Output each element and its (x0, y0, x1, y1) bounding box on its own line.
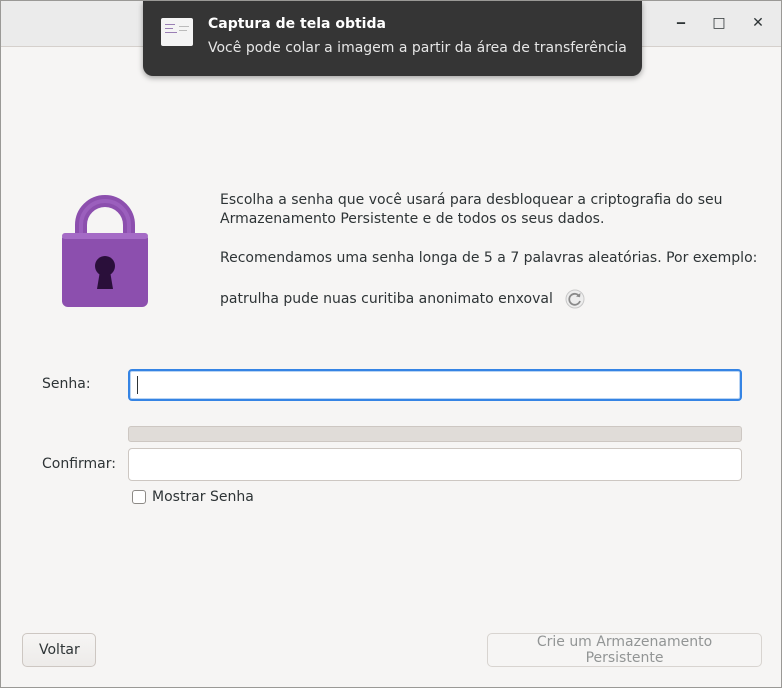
example-passphrase: patrulha pude nuas curitiba anonimato en… (220, 291, 553, 307)
create-persistent-storage-button[interactable]: Crie um Armazenamento Persistente (487, 633, 762, 667)
back-button[interactable]: Voltar (22, 633, 96, 667)
password-strength-bar (128, 426, 742, 442)
password-label: Senha: (42, 376, 91, 392)
maximize-button[interactable]: □ (706, 10, 732, 36)
persistent-storage-window: ‒ □ ✕ Escolha a senha que você usará par… (0, 0, 782, 688)
text-cursor (137, 376, 138, 394)
show-password-toggle[interactable]: Mostrar Senha (132, 489, 254, 505)
example-passphrase-row: patrulha pude nuas curitiba anonimato en… (220, 288, 585, 310)
show-password-checkbox[interactable] (132, 490, 146, 504)
notification-body: Você pode colar a imagem a partir da áre… (208, 40, 627, 56)
show-password-label: Mostrar Senha (152, 489, 254, 505)
confirm-password-input[interactable] (128, 448, 742, 481)
screenshot-thumbnail-icon (161, 18, 193, 46)
notification-title: Captura de tela obtida (208, 16, 386, 32)
password-input[interactable] (128, 369, 742, 401)
confirm-label: Confirmar: (42, 456, 116, 472)
close-button[interactable]: ✕ (745, 10, 771, 36)
minimize-button[interactable]: ‒ (668, 10, 694, 36)
screenshot-notification[interactable]: Captura de tela obtida Você pode colar a… (143, 1, 642, 76)
intro-text: Escolha a senha que você usará para desb… (220, 191, 760, 268)
padlock-icon (62, 195, 148, 307)
intro-paragraph-2: Recomendamos uma senha longa de 5 a 7 pa… (220, 250, 758, 266)
intro-paragraph-1: Escolha a senha que você usará para desb… (220, 192, 723, 227)
refresh-icon[interactable] (565, 289, 585, 309)
